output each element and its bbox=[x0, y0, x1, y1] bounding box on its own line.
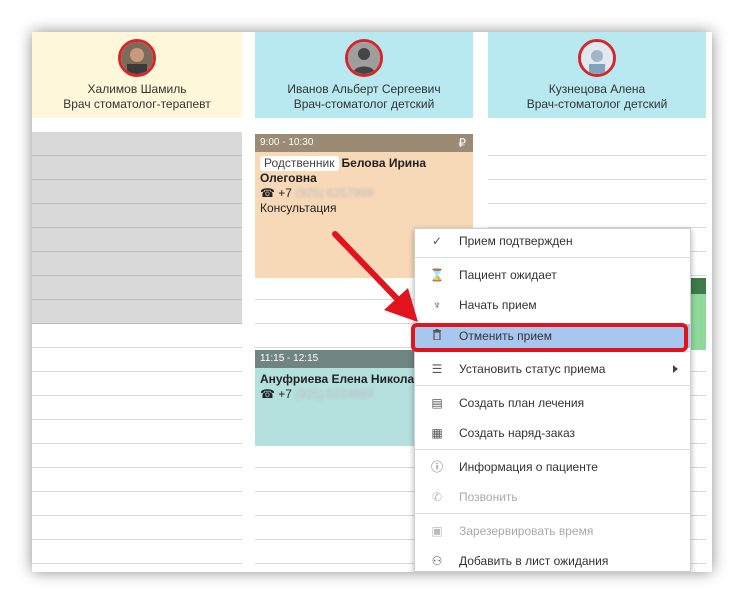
red-arrow-icon bbox=[332, 231, 418, 322]
schedule-frame: Халимов Шамиль Врач стоматолог-терапевт bbox=[32, 32, 712, 572]
